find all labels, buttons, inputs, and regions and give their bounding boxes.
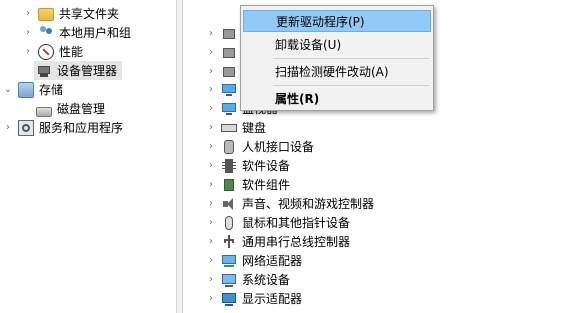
storage-icon bbox=[18, 81, 34, 98]
performance-icon bbox=[38, 43, 54, 60]
tree-item-services-applications[interactable]: › 服务和应用程序 bbox=[2, 118, 123, 137]
chevron-right-icon[interactable]: › bbox=[205, 160, 217, 171]
monitor-icon bbox=[221, 101, 237, 117]
device-category-label: 系统设备 bbox=[242, 273, 291, 287]
device-category-mice[interactable]: › 鼠标和其他指针设备 bbox=[205, 213, 350, 232]
chevron-right-icon[interactable]: › bbox=[205, 236, 217, 247]
device-category-label: 网络适配器 bbox=[242, 254, 303, 268]
device-manager-icon bbox=[36, 63, 52, 79]
tree-item-device-manager[interactable]: 设备管理器 bbox=[34, 61, 122, 80]
menu-separator bbox=[273, 58, 429, 59]
device-category-label: 人机接口设备 bbox=[242, 140, 315, 154]
software-device-icon bbox=[221, 158, 237, 174]
sound-icon bbox=[221, 196, 237, 212]
device-category-software-components[interactable]: › 软件组件 bbox=[205, 175, 290, 194]
chevron-right-icon[interactable]: › bbox=[205, 28, 217, 39]
software-component-icon bbox=[221, 177, 237, 193]
device-category[interactable]: › bbox=[205, 43, 242, 62]
chevron-right-icon[interactable]: › bbox=[205, 47, 217, 58]
device-category-system-devices[interactable]: › 系统设备 bbox=[205, 270, 290, 289]
device-category-sound[interactable]: › 声音、视频和游戏控制器 bbox=[205, 194, 374, 213]
chevron-right-icon[interactable]: › bbox=[205, 179, 217, 190]
chevron-right-icon[interactable]: › bbox=[205, 293, 217, 304]
device-category-usb[interactable]: › 通用串行总线控制器 bbox=[205, 232, 350, 251]
services-icon bbox=[18, 119, 34, 136]
tree-item-label: 存储 bbox=[39, 83, 64, 97]
chevron-right-icon[interactable]: › bbox=[2, 122, 14, 133]
shared-folder-icon bbox=[38, 8, 54, 21]
generic-device-icon bbox=[221, 26, 237, 42]
tree-item-label: 性能 bbox=[59, 45, 84, 59]
chevron-right-icon[interactable]: › bbox=[205, 103, 217, 114]
device-category-label: 显示适配器 bbox=[242, 292, 303, 306]
menu-item-scan-hardware-changes[interactable]: 扫描检测硬件改动(A) bbox=[243, 60, 431, 82]
console-tree-pane: › 共享文件夹 › 本地用户和组 › 性能 设备管理器 ⌄ 存储 磁盘管理 › … bbox=[0, 0, 176, 313]
chevron-right-icon[interactable]: › bbox=[205, 274, 217, 285]
device-category[interactable]: › bbox=[205, 80, 242, 99]
device-category-keyboards[interactable]: › 键盘 bbox=[205, 118, 266, 137]
pane-splitter[interactable] bbox=[176, 0, 183, 313]
hid-icon bbox=[221, 139, 237, 155]
tree-item-shared-folders[interactable]: › 共享文件夹 bbox=[22, 4, 119, 23]
device-category[interactable]: › bbox=[205, 24, 242, 43]
device-category-label: 通用串行总线控制器 bbox=[242, 235, 351, 249]
tree-item-local-users-groups[interactable]: › 本地用户和组 bbox=[22, 23, 131, 42]
chevron-right-icon[interactable]: › bbox=[22, 46, 34, 57]
tree-item-label: 共享文件夹 bbox=[59, 7, 120, 21]
monitor-icon bbox=[221, 82, 237, 98]
tree-item-performance[interactable]: › 性能 bbox=[22, 42, 83, 61]
chevron-right-icon[interactable]: › bbox=[205, 122, 217, 133]
chevron-right-icon[interactable]: › bbox=[22, 27, 34, 38]
menu-item-update-driver[interactable]: 更新驱动程序(P) bbox=[243, 10, 431, 32]
chevron-right-icon[interactable]: › bbox=[205, 66, 217, 77]
chevron-down-icon[interactable]: ⌄ bbox=[2, 84, 14, 95]
device-category-label: 鼠标和其他指针设备 bbox=[242, 216, 351, 230]
menu-item-uninstall-device[interactable]: 卸载设备(U) bbox=[243, 33, 431, 55]
chevron-right-icon[interactable]: › bbox=[205, 255, 217, 266]
device-category-hid[interactable]: › 人机接口设备 bbox=[205, 137, 314, 156]
device-category-software-devices[interactable]: › 软件设备 bbox=[205, 156, 290, 175]
device-category-display-adapters[interactable]: › 显示适配器 bbox=[205, 289, 302, 308]
context-menu: 更新驱动程序(P) 卸载设备(U) 扫描检测硬件改动(A) 属性(R) bbox=[240, 5, 434, 111]
device-category-label: 键盘 bbox=[242, 121, 267, 135]
chevron-right-icon[interactable]: › bbox=[205, 198, 217, 209]
chevron-right-icon[interactable]: › bbox=[22, 8, 34, 19]
display-adapter-icon bbox=[221, 291, 237, 307]
tree-item-label: 服务和应用程序 bbox=[39, 121, 124, 135]
device-category-label: 软件设备 bbox=[242, 159, 291, 173]
system-device-icon bbox=[221, 272, 237, 288]
users-icon bbox=[38, 25, 54, 41]
network-adapter-icon bbox=[221, 253, 237, 269]
tree-item-disk-management[interactable]: 磁盘管理 bbox=[34, 99, 105, 118]
menu-item-properties[interactable]: 属性(R) bbox=[243, 87, 431, 109]
disk-icon bbox=[36, 106, 52, 117]
tree-item-storage[interactable]: ⌄ 存储 bbox=[2, 80, 63, 99]
menu-separator bbox=[273, 85, 429, 86]
chevron-right-icon[interactable]: › bbox=[205, 84, 217, 95]
tree-item-label: 本地用户和组 bbox=[59, 26, 132, 40]
chevron-right-icon[interactable]: › bbox=[205, 141, 217, 152]
tree-item-label: 磁盘管理 bbox=[57, 102, 106, 116]
device-category[interactable]: › bbox=[205, 62, 242, 81]
device-category-network-adapters[interactable]: › 网络适配器 bbox=[205, 251, 302, 270]
generic-device-icon bbox=[221, 45, 237, 61]
device-category-label: 声音、视频和游戏控制器 bbox=[242, 197, 375, 211]
chevron-right-icon[interactable]: › bbox=[205, 217, 217, 228]
usb-icon bbox=[221, 234, 237, 250]
generic-device-icon bbox=[221, 64, 237, 80]
mouse-icon bbox=[221, 215, 237, 231]
tree-item-label: 设备管理器 bbox=[57, 64, 118, 78]
keyboard-icon bbox=[221, 120, 237, 136]
device-category-label: 软件组件 bbox=[242, 178, 291, 192]
